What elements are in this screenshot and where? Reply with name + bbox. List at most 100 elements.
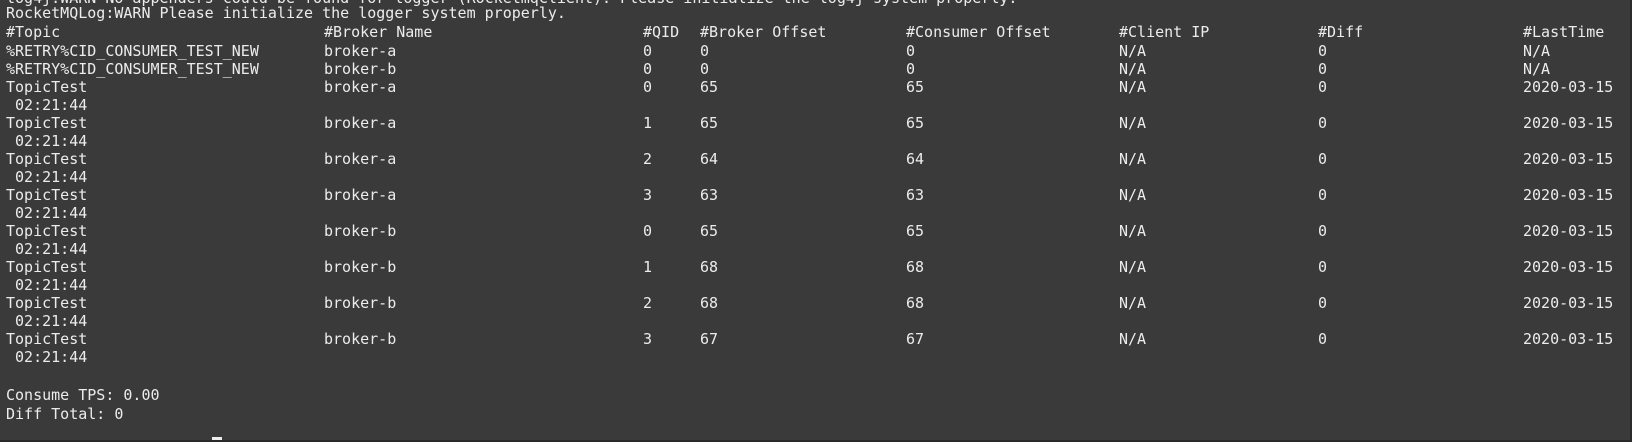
header-topic: #Topic [6,23,61,41]
cell-qid: 0 [643,60,653,78]
cell-diff: 0 [1318,330,1328,348]
header-client-ip: #Client IP [1119,23,1210,41]
cell-broker-name: broker-a [324,78,397,96]
cell-qid: 2 [643,294,653,312]
cell-client-ip: N/A [1119,42,1147,60]
table-row: TopicTest broker-b 2 68 68 N/A 0 2020-03-15 [0,294,1630,313]
cell-last-time: 2020-03-15 [1523,330,1614,348]
cell-broker-name: broker-a [324,114,397,132]
cell-broker-offset: 68 [700,294,719,312]
cell-broker-offset: 0 [700,60,710,78]
warn-line: RocketMQLog:WARN Please initialize the l… [6,4,566,22]
cell-diff: 0 [1318,114,1328,132]
cell-broker-name: broker-a [324,150,397,168]
cell-consumer-offset: 0 [906,42,916,60]
cell-diff: 0 [1318,150,1328,168]
cell-client-ip: N/A [1119,330,1147,348]
cell-last-time: 2020-03-15 [1523,150,1614,168]
cell-client-ip: N/A [1119,150,1147,168]
table-header: #Topic #Broker Name #QID #Broker Offset … [0,23,1630,42]
table-row: TopicTest broker-a 3 63 63 N/A 0 2020-03-15 [0,186,1630,205]
cell-topic: TopicTest [6,114,88,132]
cell-broker-name: broker-b [324,222,397,240]
cell-broker-name: broker-b [324,330,397,348]
cell-diff: 0 [1318,78,1328,96]
cell-last-time: 2020-03-15 [1523,258,1614,276]
cell-broker-offset: 68 [700,258,719,276]
cell-broker-offset: 63 [700,186,719,204]
cell-diff: 0 [1318,42,1328,60]
cell-topic: %RETRY%CID_CONSUMER_TEST_NEW [6,60,259,78]
last-time-wrap: 02:21:44 [6,96,88,114]
cell-broker-name: broker-b [324,258,397,276]
cell-qid: 1 [643,114,653,132]
cell-consumer-offset: 63 [906,186,925,204]
cell-diff: 0 [1318,294,1328,312]
last-time-wrap: 02:21:44 [6,276,88,294]
cell-client-ip: N/A [1119,186,1147,204]
cell-broker-name: broker-b [324,294,397,312]
cell-qid: 3 [643,186,653,204]
cell-topic: TopicTest [6,186,88,204]
last-time-wrap: 02:21:44 [6,348,88,366]
cell-last-time: N/A [1523,42,1551,60]
cell-broker-offset: 65 [700,222,719,240]
cell-broker-name: broker-b [324,60,397,78]
cell-consumer-offset: 65 [906,114,925,132]
cell-consumer-offset: 64 [906,150,925,168]
table-row: TopicTest broker-a 1 65 65 N/A 0 2020-03-15 [0,114,1630,133]
cell-consumer-offset: 68 [906,258,925,276]
cell-consumer-offset: 68 [906,294,925,312]
table-row: TopicTest broker-b 0 65 65 N/A 0 2020-03-15 [0,222,1630,241]
cell-last-time: 2020-03-15 [1523,294,1614,312]
cell-broker-offset: 0 [700,42,710,60]
cell-consumer-offset: 0 [906,60,916,78]
cell-topic: TopicTest [6,330,88,348]
header-broker-name: #Broker Name [324,23,433,41]
cell-topic: TopicTest [6,294,88,312]
terminal-window[interactable]: log4j:WARN No appenders could be found f… [0,0,1632,442]
cell-broker-offset: 67 [700,330,719,348]
cell-diff: 0 [1318,222,1328,240]
table-row: TopicTest broker-b 3 67 67 N/A 0 2020-03-15 [0,330,1630,349]
diff-total: Diff Total: 0 [6,405,124,423]
cell-client-ip: N/A [1119,294,1147,312]
cell-client-ip: N/A [1119,60,1147,78]
cell-qid: 3 [643,330,653,348]
cell-qid: 2 [643,150,653,168]
cell-topic: %RETRY%CID_CONSUMER_TEST_NEW [6,42,259,60]
cell-qid: 1 [643,258,653,276]
cell-broker-offset: 64 [700,150,719,168]
terminal-cursor [212,437,222,440]
cell-consumer-offset: 67 [906,330,925,348]
table-row: TopicTest broker-a 0 65 65 N/A 0 2020-03-15 [0,78,1630,97]
table-row: %RETRY%CID_CONSUMER_TEST_NEW broker-a 0 0 0 N… [0,42,1630,61]
consume-tps: Consume TPS: 0.00 [6,386,160,404]
cell-client-ip: N/A [1119,114,1147,132]
table-row: %RETRY%CID_CONSUMER_TEST_NEW broker-b 0 0 0 N… [0,60,1630,79]
last-time-wrap: 02:21:44 [6,168,88,186]
cell-qid: 0 [643,78,653,96]
cell-qid: 0 [643,42,653,60]
header-last-time: #LastTime [1523,23,1605,41]
cell-diff: 0 [1318,60,1328,78]
header-broker-offset: #Broker Offset [700,23,827,41]
cell-topic: TopicTest [6,222,88,240]
cell-topic: TopicTest [6,258,88,276]
cell-broker-offset: 65 [700,114,719,132]
header-qid: #QID [643,23,680,41]
cell-broker-name: broker-a [324,42,397,60]
cell-topic: TopicTest [6,150,88,168]
cell-last-time: 2020-03-15 [1523,78,1614,96]
last-time-wrap: 02:21:44 [6,240,88,258]
cell-last-time: 2020-03-15 [1523,222,1614,240]
table-row: TopicTest broker-b 1 68 68 N/A 0 2020-03-15 [0,258,1630,277]
last-time-wrap: 02:21:44 [6,204,88,222]
cell-qid: 0 [643,222,653,240]
header-consumer-offset: #Consumer Offset [906,23,1051,41]
cell-topic: TopicTest [6,78,88,96]
cell-consumer-offset: 65 [906,78,925,96]
last-time-wrap: 02:21:44 [6,132,88,150]
cell-client-ip: N/A [1119,258,1147,276]
cell-consumer-offset: 65 [906,222,925,240]
